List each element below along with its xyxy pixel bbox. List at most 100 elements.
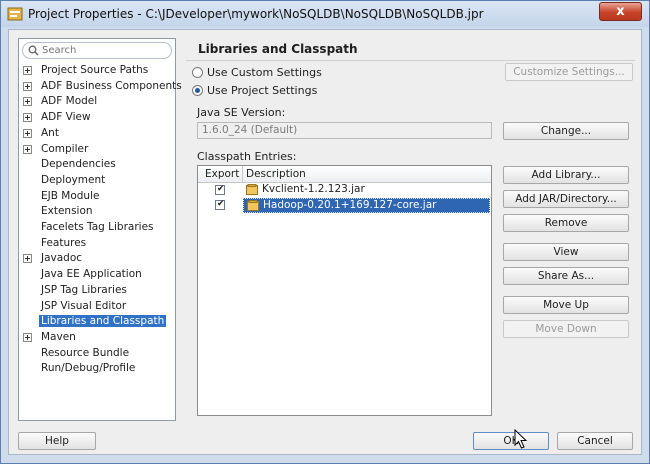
radio-unchecked-icon[interactable] (192, 67, 203, 78)
expand-icon[interactable] (23, 97, 32, 107)
tree-item[interactable]: Compiler (19, 142, 175, 157)
panel-title: Libraries and Classpath (198, 42, 358, 56)
use-custom-settings-radio[interactable]: Use Custom Settings (192, 66, 332, 80)
table-header: Export Description (198, 166, 491, 183)
use-custom-settings-label: Use Custom Settings (207, 66, 322, 79)
tree-item-label: Deployment (41, 173, 106, 186)
tree-item-label: Libraries and Classpath (39, 315, 167, 328)
radio-checked-icon[interactable] (192, 85, 203, 96)
tree-item[interactable]: ADF Model (19, 94, 175, 109)
jar-file-name: Hadoop-0.20.1+169.127-core.jar (263, 199, 437, 211)
export-checkbox[interactable]: ✔ (215, 199, 225, 210)
tree-item-label: Java EE Application (41, 268, 142, 281)
tree-item-label: Facelets Tag Libraries (41, 221, 154, 233)
jar-file-name: Kvclient-1.2.123.jar (262, 183, 365, 195)
tree-item[interactable]: Ant (19, 126, 175, 141)
jar-library-icon (247, 200, 259, 211)
tree-item[interactable]: JSP Visual Editor (19, 299, 175, 314)
checkmark-icon: ✔ (217, 184, 225, 194)
tree-item[interactable]: EJB Module (19, 189, 175, 204)
tree-item-label: Compiler (41, 142, 89, 155)
table-row[interactable]: ✔ Hadoop-0.20.1+169.127-core.jar (198, 198, 491, 213)
description-cell[interactable]: Hadoop-0.20.1+169.127-core.jar (243, 198, 490, 213)
tree-item[interactable]: Extension (19, 204, 175, 219)
table-row[interactable]: ✔ Kvclient-1.2.123.jar (198, 183, 491, 198)
tree-item-label: Extension (41, 205, 93, 218)
search-box[interactable] (22, 42, 172, 59)
expand-icon[interactable] (23, 66, 32, 75)
window-title: Project Properties - C:\JDeveloper\mywor… (28, 7, 484, 21)
export-checkbox[interactable]: ✔ (215, 184, 225, 195)
jdeveloper-app-icon (7, 7, 23, 21)
java-se-version-field: 1.6.0_24 (Default) (197, 122, 492, 139)
use-project-settings-label: Use Project Settings (207, 84, 318, 97)
expand-icon[interactable] (23, 81, 32, 91)
tree-item-label: ADF View (41, 111, 91, 124)
tree-item-label: Javadoc (41, 252, 83, 265)
title-bar[interactable]: Project Properties - C:\JDeveloper\mywor… (1, 1, 649, 27)
tree-item[interactable]: Dependencies (19, 157, 175, 172)
tree-item-label: JSP Tag Libraries (41, 283, 127, 296)
tree-item[interactable]: Maven (19, 330, 175, 345)
search-input[interactable] (42, 44, 166, 57)
tree-item-label: ADF Business Components (41, 79, 182, 92)
remove-button[interactable]: Remove (503, 214, 629, 232)
expand-icon[interactable] (23, 128, 32, 138)
expand-icon[interactable] (23, 113, 32, 123)
cancel-button[interactable]: Cancel (557, 432, 633, 450)
category-panel: Project Source Paths ADF Business Compone… (18, 38, 182, 421)
project-properties-window: Project Properties - C:\JDeveloper\mywor… (0, 0, 650, 464)
tree-item-label: JSP Visual Editor (41, 299, 127, 312)
export-column-header[interactable]: Export (205, 168, 239, 180)
expand-icon[interactable] (23, 332, 32, 342)
tree-item[interactable]: ADF Business Components (19, 79, 182, 94)
tree-item[interactable]: JSP Tag Libraries (19, 283, 175, 298)
move-down-button[interactable]: Move Down (503, 320, 629, 338)
classpath-entries-label: Classpath Entries: (197, 150, 297, 163)
tree-item[interactable]: Features (19, 236, 175, 251)
close-window-button[interactable]: x (599, 2, 642, 21)
tree-item-label: Ant (41, 126, 59, 139)
description-cell[interactable]: Kvclient-1.2.123.jar (243, 183, 488, 196)
tree-item[interactable]: Java EE Application (19, 267, 175, 282)
tree-item[interactable]: ADF View (19, 110, 175, 125)
tree-item-label: EJB Module (41, 189, 100, 202)
tree-item[interactable]: Run/Debug/Profile (19, 361, 175, 376)
tree-item[interactable]: Deployment (19, 173, 175, 188)
jar-library-icon (246, 184, 258, 195)
tree-item[interactable]: Javadoc (19, 251, 175, 266)
tree-item[interactable]: Resource Bundle (19, 346, 175, 361)
add-library-button[interactable]: Add Library... (503, 166, 629, 184)
customize-settings-button[interactable]: Customize Settings... (505, 63, 633, 81)
search-icon (28, 45, 39, 56)
tree-item-label: Dependencies (41, 158, 116, 171)
dialog-client-area: Project Source Paths ADF Business Compone… (8, 29, 642, 455)
tree-item-label: Project Source Paths (41, 64, 149, 76)
checkmark-icon: ✔ (217, 199, 225, 209)
tree-item[interactable]: Libraries and Classpath (19, 314, 175, 329)
panel-header: Libraries and Classpath (186, 34, 635, 61)
mouse-pointer-icon (514, 429, 528, 449)
tree-item[interactable]: Project Source Paths (19, 63, 175, 78)
tree-item[interactable]: Facelets Tag Libraries (19, 220, 175, 235)
description-column-header[interactable]: Description (246, 168, 306, 180)
add-jar-directory-button[interactable]: Add JAR/Directory... (503, 190, 629, 208)
tree-item-label: Features (41, 236, 87, 249)
share-as-button[interactable]: Share As... (503, 267, 629, 285)
change-button[interactable]: Change... (503, 122, 629, 140)
java-se-version-label: Java SE Version: (197, 106, 286, 119)
ok-button[interactable]: OK (473, 432, 549, 450)
tree-item-label: Resource Bundle (41, 346, 130, 359)
move-up-button[interactable]: Move Up (503, 296, 629, 314)
help-button[interactable]: Help (18, 432, 96, 450)
column-divider[interactable] (242, 166, 243, 182)
tree-item-label: ADF Model (41, 95, 98, 108)
close-icon: x (616, 4, 625, 19)
tree-item-label: Run/Debug/Profile (41, 362, 136, 375)
expand-icon[interactable] (23, 254, 32, 264)
tree-item-label: Maven (41, 330, 76, 343)
expand-icon[interactable] (23, 144, 32, 154)
classpath-entries-table[interactable]: Export Description ✔ Kvclient-1.2.123.jar… (197, 165, 492, 416)
view-button[interactable]: View (503, 243, 629, 261)
use-project-settings-radio[interactable]: Use Project Settings (192, 84, 332, 98)
